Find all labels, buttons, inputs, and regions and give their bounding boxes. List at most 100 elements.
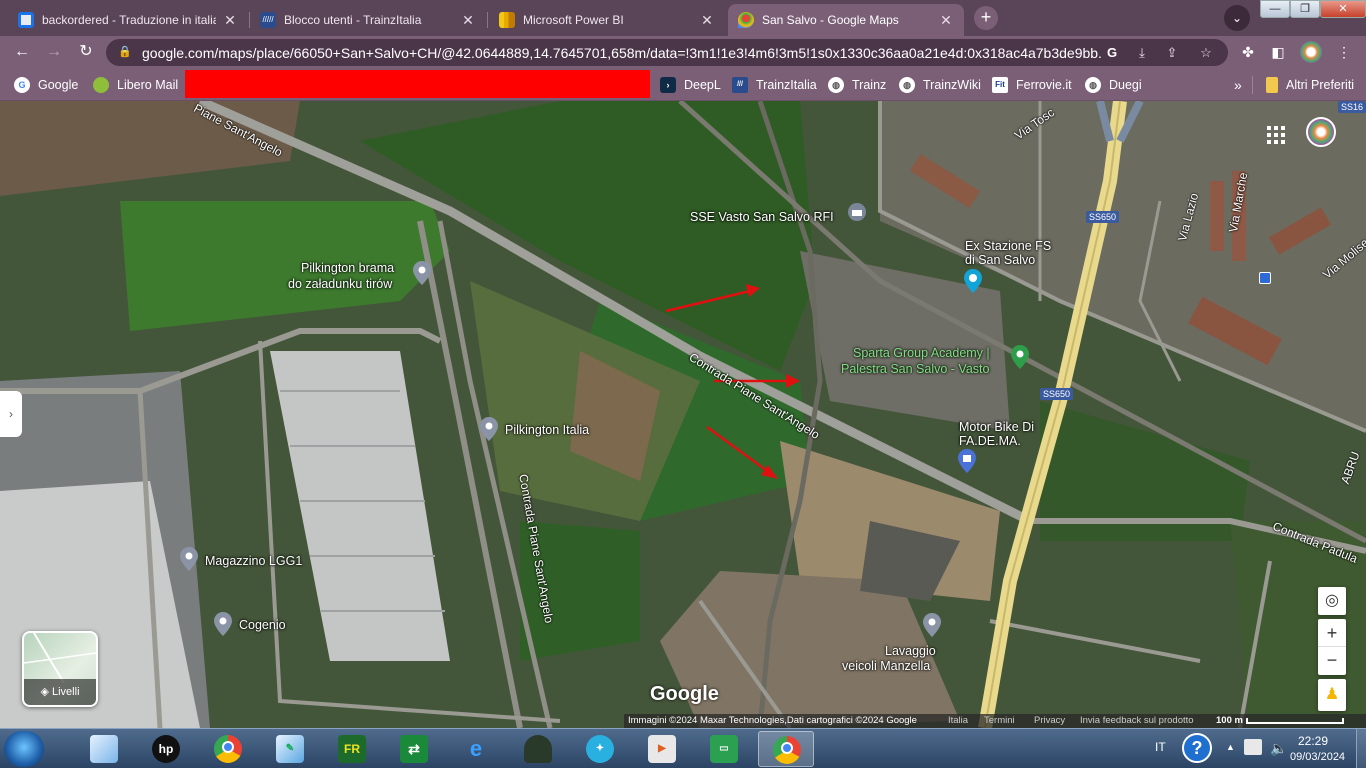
clock-date[interactable]: 09/03/2024	[1290, 751, 1345, 763]
place-pin-icon[interactable]	[180, 547, 198, 571]
show-desktop-button[interactable]	[1356, 729, 1366, 768]
place-label[interactable]: Magazzino LGG1	[205, 554, 302, 568]
terms-link[interactable]: Termini	[984, 714, 1015, 728]
close-window-button[interactable]: ✕	[1320, 0, 1366, 18]
network-status-icon[interactable]	[1244, 739, 1262, 755]
ferrovie-icon: Fit	[992, 77, 1008, 93]
taskbar-hp[interactable]: hp	[138, 731, 194, 767]
profile-avatar-icon[interactable]	[1300, 41, 1322, 63]
new-tab-button[interactable]: +	[974, 6, 998, 30]
show-hidden-icons-arrow-icon[interactable]: ▲	[1226, 742, 1235, 752]
place-pin-icon[interactable]	[923, 613, 941, 637]
pegman-street-view-icon[interactable]: ♟	[1318, 679, 1346, 711]
imagery-attribution: Immagini ©2024 Maxar Technologies,Dati c…	[628, 715, 917, 726]
volume-speaker-icon[interactable]: 🔈	[1270, 740, 1287, 757]
bookmark-trainzwiki[interactable]: ◍ TrainzWiki	[899, 75, 981, 95]
forward-arrow-icon[interactable]: →	[42, 40, 66, 64]
bookmark-google[interactable]: G Google	[14, 75, 78, 95]
place-label[interactable]: do załadunku tirów	[288, 277, 392, 291]
my-location-icon[interactable]: ◎	[1318, 587, 1346, 615]
bookmark-ferrovie[interactable]: Fit Ferrovie.it	[992, 75, 1072, 95]
address-bar[interactable]: 🔒 google.com/maps/place/66050+San+Salvo+…	[106, 39, 1228, 66]
place-label[interactable]: Sparta Group Academy |	[853, 346, 990, 360]
taskbar-fr[interactable]: FR	[324, 731, 380, 767]
layers-button[interactable]: ◈ Livelli	[22, 631, 98, 707]
privacy-link[interactable]: Privacy	[1034, 714, 1065, 728]
tab-translate[interactable]: backordered - Traduzione in italia ✕	[8, 4, 248, 36]
menu-dots-icon[interactable]: ⋮	[1334, 42, 1354, 62]
google-apps-grid-icon[interactable]	[1266, 125, 1286, 145]
side-panel-icon[interactable]: ◧	[1268, 42, 1288, 62]
place-label[interactable]: veicoli Manzella	[842, 659, 930, 673]
bus-stop-icon[interactable]	[1259, 272, 1271, 284]
place-label[interactable]: Cogenio	[239, 618, 286, 632]
transit-pin-icon[interactable]	[964, 269, 982, 293]
close-icon[interactable]: ✕	[460, 12, 476, 29]
satellite-imagery	[0, 101, 1366, 728]
taskbar-media[interactable]: ▶	[634, 731, 690, 767]
shopping-pin-icon[interactable]	[958, 449, 976, 473]
bookmark-star-icon[interactable]: ☆	[1196, 43, 1216, 63]
taskbar-chat[interactable]: ▭	[696, 731, 752, 767]
minimize-button[interactable]: —	[1260, 0, 1290, 18]
bookmark-deepl[interactable]: › DeepL	[660, 75, 721, 95]
windows-start-button[interactable]	[4, 731, 44, 767]
feedback-link[interactable]: Invia feedback sul prodotto	[1080, 714, 1194, 728]
gym-pin-icon[interactable]	[1011, 345, 1029, 369]
tab-search-icon[interactable]: ⌄	[1224, 5, 1250, 31]
bookmark-other-folder[interactable]: Altri Preferiti	[1266, 75, 1354, 95]
maximize-button[interactable]: ❐	[1290, 0, 1320, 18]
reload-icon[interactable]: ↻	[74, 40, 98, 64]
place-label[interactable]: Motor Bike Di	[959, 420, 1034, 434]
place-pin-icon[interactable]	[480, 417, 498, 441]
url-text[interactable]: google.com/maps/place/66050+San+Salvo+CH…	[142, 45, 1102, 61]
zoom-out-button[interactable]: −	[1318, 647, 1346, 675]
place-label[interactable]: Pilkington brama	[301, 261, 394, 275]
transfer-arrows-icon: ⇄	[400, 735, 428, 763]
tab-trainzitalia[interactable]: ///// Blocco utenti - TrainzItalia ✕	[250, 4, 486, 36]
bookmark-duegi[interactable]: ◍ Duegi	[1085, 75, 1142, 95]
taskbar-transfer[interactable]: ⇄	[386, 731, 442, 767]
layers-label: Livelli	[52, 686, 80, 698]
country-link[interactable]: Italia	[948, 714, 968, 728]
close-icon[interactable]: ✕	[222, 12, 238, 29]
close-icon[interactable]: ✕	[938, 12, 954, 29]
taskbar-app-network[interactable]: ✦	[572, 731, 628, 767]
back-arrow-icon[interactable]: ←	[10, 40, 34, 64]
place-pin-icon[interactable]	[214, 612, 232, 636]
zoom-in-button[interactable]: +	[1318, 619, 1346, 647]
bookmark-trainzitalia[interactable]: /// TrainzItalia	[732, 75, 817, 95]
clock-time[interactable]: 22:29	[1298, 734, 1328, 748]
bank-pin-icon[interactable]	[848, 203, 866, 227]
taskbar-app-dome[interactable]	[510, 731, 566, 767]
help-question-icon[interactable]: ?	[1182, 733, 1212, 763]
taskbar-ie[interactable]: e	[448, 731, 504, 767]
language-indicator[interactable]: IT	[1155, 740, 1166, 754]
share-icon[interactable]: ⇪	[1162, 43, 1182, 63]
bookmark-trainz[interactable]: ◍ Trainz	[828, 75, 886, 95]
place-label[interactable]: Lavaggio	[885, 644, 936, 658]
extensions-puzzle-icon[interactable]: ✤	[1238, 42, 1258, 62]
account-avatar[interactable]	[1306, 117, 1336, 147]
taskbar-writer[interactable]: ✎	[262, 731, 318, 767]
close-icon[interactable]: ✕	[699, 12, 715, 29]
place-label[interactable]: Ex Stazione FS	[965, 239, 1051, 253]
place-label[interactable]: di San Salvo	[965, 253, 1035, 267]
taskbar-chrome[interactable]	[200, 731, 256, 767]
place-pin-icon[interactable]	[413, 261, 431, 285]
tab-google-maps[interactable]: San Salvo - Google Maps ✕	[728, 4, 964, 36]
install-app-icon[interactable]: ⤓	[1132, 43, 1152, 63]
tab-powerbi[interactable]: Microsoft Power BI ✕	[489, 4, 725, 36]
scale-label[interactable]: 100 m	[1216, 714, 1243, 728]
place-label[interactable]: FA.DE.MA.	[959, 434, 1021, 448]
bookmark-libero-mail[interactable]: Libero Mail	[93, 75, 178, 95]
place-label[interactable]: Palestra San Salvo - Vasto	[841, 362, 989, 376]
more-bookmarks-chevron-icon[interactable]: »	[1234, 75, 1242, 95]
place-label[interactable]: Pilkington Italia	[505, 423, 589, 437]
expand-side-panel-chevron-icon[interactable]: ›	[0, 391, 22, 437]
google-lens-icon[interactable]: G	[1102, 43, 1122, 63]
taskbar-notepad[interactable]	[76, 731, 132, 767]
place-label[interactable]: SSE Vasto San Salvo RFI	[690, 210, 834, 224]
taskbar-chrome-active[interactable]	[758, 731, 814, 767]
satellite-map[interactable]: Piane Sant'Angelo Contrada Piane Sant'An…	[0, 101, 1366, 728]
